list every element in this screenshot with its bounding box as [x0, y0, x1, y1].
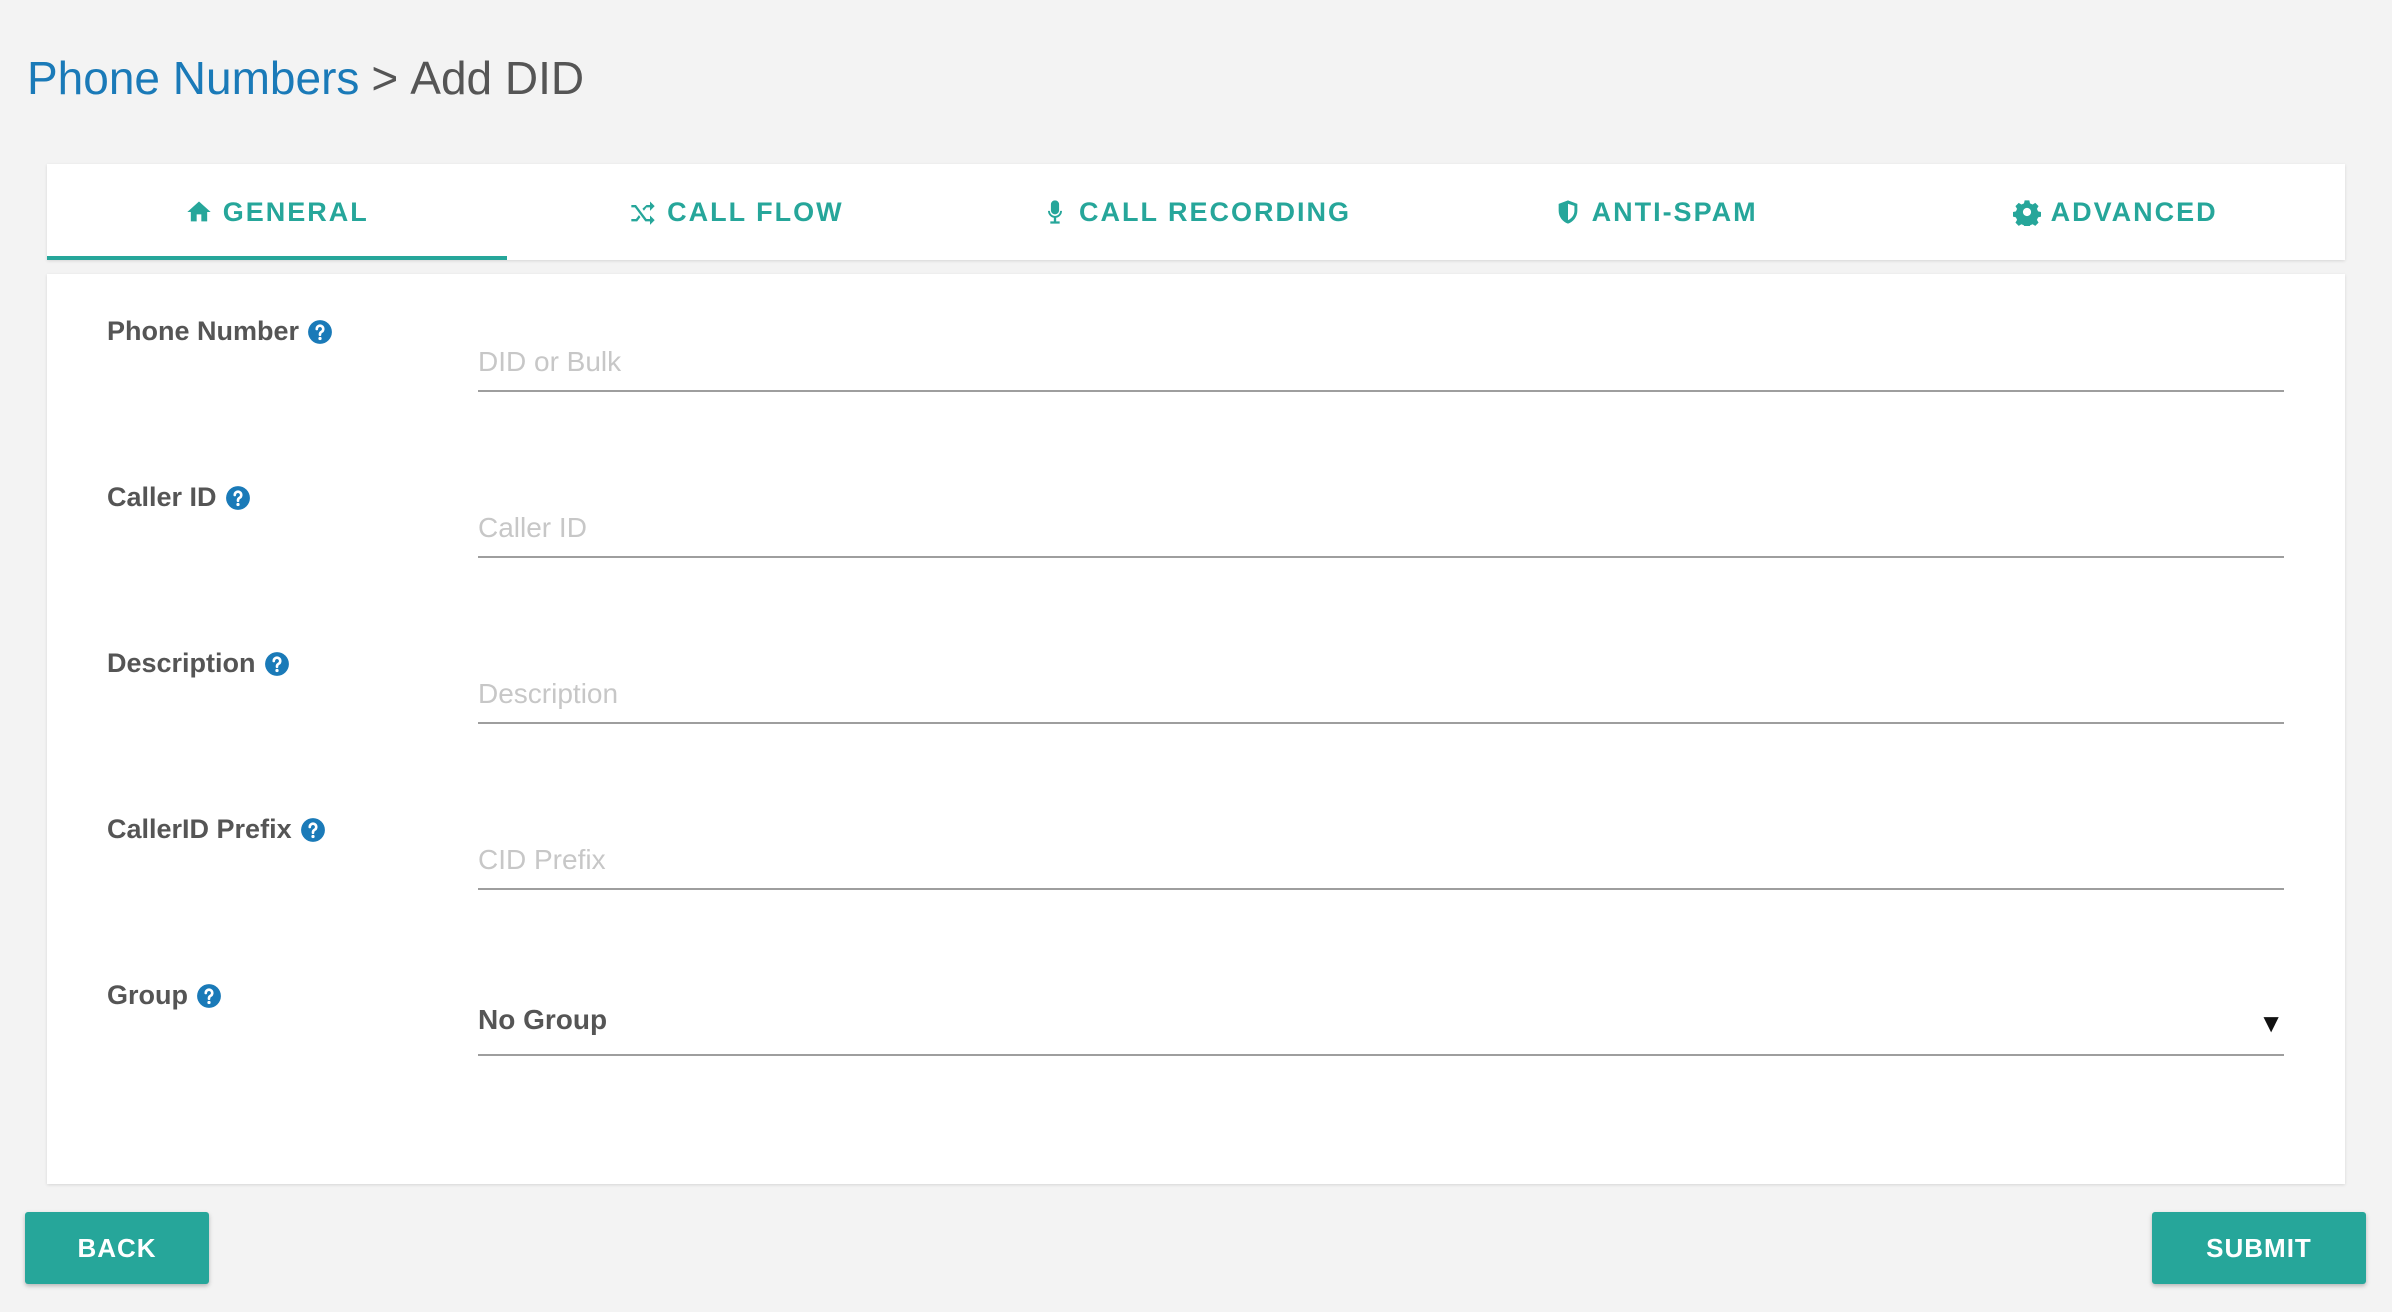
microphone-icon	[1041, 198, 1069, 226]
group-row: Group No Group ▼	[47, 938, 2345, 1078]
description-label-text: Description	[107, 648, 256, 678]
description-row: Description	[47, 606, 2345, 746]
gear-icon	[2012, 198, 2041, 226]
caller-id-row: Caller ID	[47, 440, 2345, 580]
description-input[interactable]	[478, 666, 2284, 724]
callerid-prefix-row: CallerID Prefix	[47, 772, 2345, 912]
form-card: Phone Number Caller ID Description	[47, 274, 2345, 1184]
group-select[interactable]: No Group ▼	[478, 998, 2284, 1056]
tab-general[interactable]: GENERAL	[47, 164, 507, 260]
breadcrumb-current: Add DID	[410, 52, 585, 104]
callerid-prefix-label: CallerID Prefix	[107, 814, 326, 845]
tab-anti-spam[interactable]: ANTI-SPAM	[1426, 164, 1886, 260]
caller-id-label-text: Caller ID	[107, 482, 217, 512]
submit-button[interactable]: SUBMIT	[2152, 1212, 2366, 1284]
tab-call-flow[interactable]: CALL FLOW	[507, 164, 967, 260]
shield-icon	[1554, 198, 1582, 226]
phone-number-label-text: Phone Number	[107, 316, 300, 346]
help-icon[interactable]	[300, 817, 326, 843]
phone-number-input[interactable]	[478, 334, 2284, 392]
help-icon[interactable]	[225, 485, 251, 511]
phone-number-label: Phone Number	[107, 316, 333, 347]
page: Phone Numbers > Add DID GENERAL CALL FLOW …	[0, 0, 2392, 1312]
group-label-text: Group	[107, 980, 188, 1010]
caller-id-label: Caller ID	[107, 482, 251, 513]
tab-advanced[interactable]: ADVANCED	[1885, 164, 2345, 260]
tab-bar: GENERAL CALL FLOW CALL RECORDING ANTI-SP…	[47, 164, 2345, 260]
help-icon[interactable]	[196, 983, 222, 1009]
callerid-prefix-input[interactable]	[478, 832, 2284, 890]
help-icon[interactable]	[307, 319, 333, 345]
help-icon[interactable]	[264, 651, 290, 677]
breadcrumb: Phone Numbers > Add DID	[27, 48, 584, 108]
description-label: Description	[107, 648, 290, 679]
tab-label: GENERAL	[222, 196, 369, 227]
group-label: Group	[107, 980, 222, 1011]
tab-label: CALL FLOW	[667, 196, 844, 227]
caret-down-icon: ▼	[2258, 1008, 2284, 1038]
group-select-value: No Group	[478, 1004, 608, 1035]
breadcrumb-phone-numbers-link[interactable]: Phone Numbers	[27, 52, 359, 104]
home-icon	[185, 198, 213, 226]
tab-label: CALL RECORDING	[1078, 196, 1351, 227]
shuffle-icon	[629, 198, 657, 226]
tab-label: ADVANCED	[2050, 196, 2218, 227]
tab-label: ANTI-SPAM	[1591, 196, 1758, 227]
callerid-prefix-label-text: CallerID Prefix	[107, 814, 292, 844]
phone-number-row: Phone Number	[47, 274, 2345, 414]
back-button[interactable]: BACK	[25, 1212, 209, 1284]
tab-call-recording[interactable]: CALL RECORDING	[966, 164, 1426, 260]
breadcrumb-separator: >	[371, 52, 399, 104]
caller-id-input[interactable]	[478, 500, 2284, 558]
